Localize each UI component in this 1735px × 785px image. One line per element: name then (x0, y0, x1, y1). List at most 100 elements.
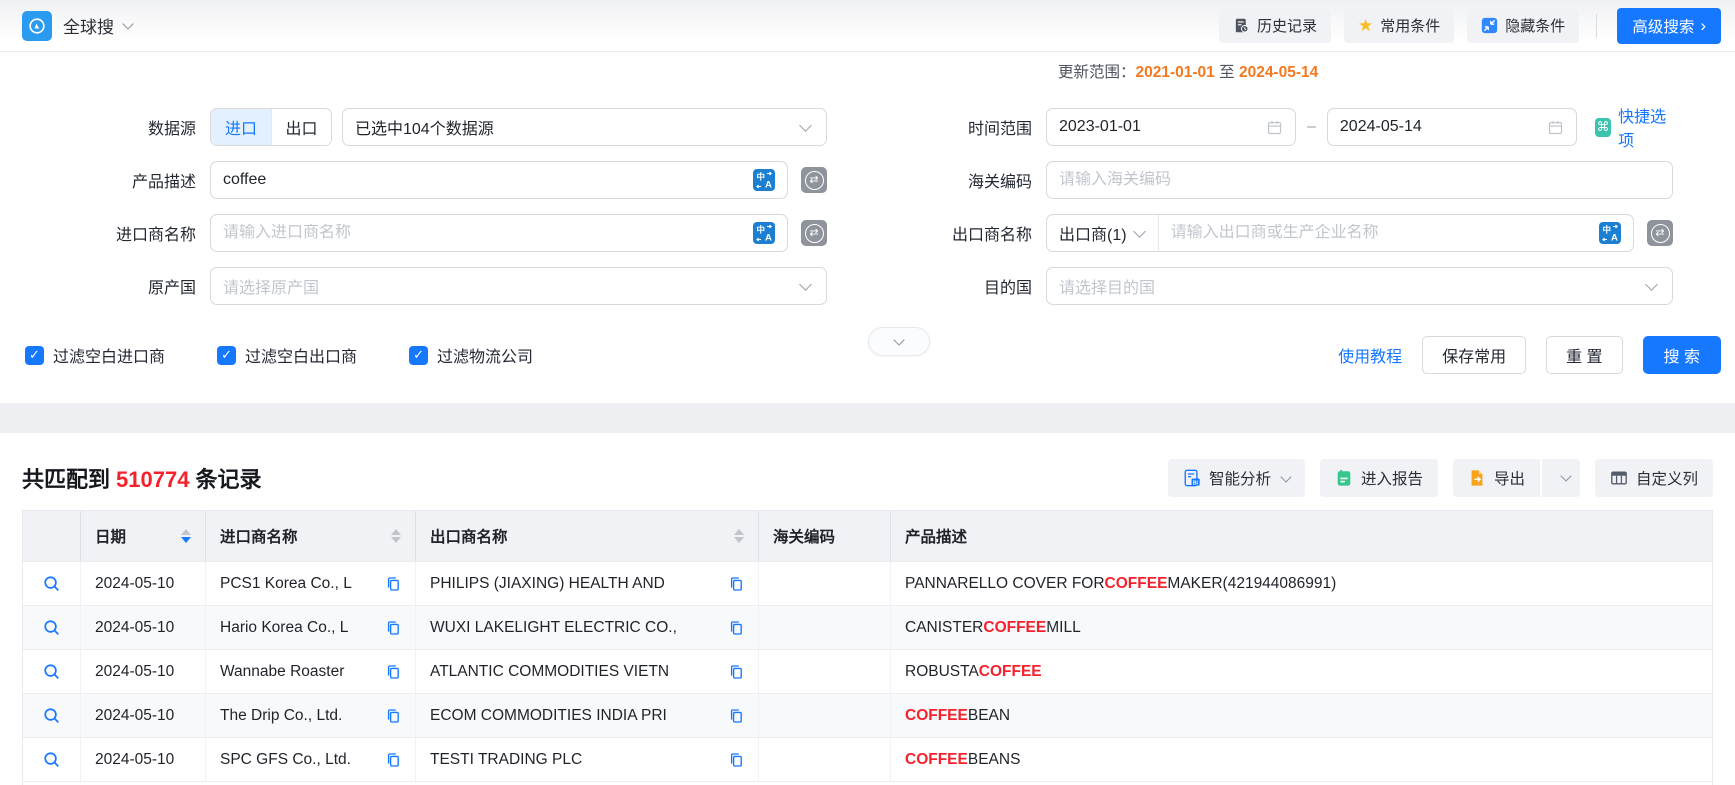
collapse-form-button[interactable] (868, 327, 930, 356)
section-divider-band (0, 403, 1735, 433)
exchange-icon[interactable]: ⇄ (801, 220, 827, 246)
header-date[interactable]: 日期 (81, 511, 206, 561)
exchange-icon[interactable]: ⇄ (1647, 220, 1673, 246)
view-detail-icon[interactable] (42, 574, 61, 593)
cell-hs-code (759, 650, 891, 693)
sort-icons[interactable] (726, 529, 744, 543)
app-title: 全球搜 (63, 13, 114, 38)
cell-exporter[interactable]: ECOM COMMODITIES INDIA PRI (430, 707, 722, 725)
copy-icon[interactable] (728, 620, 744, 636)
copy-icon[interactable] (728, 752, 744, 768)
custom-columns-button[interactable]: 自定义列 (1595, 459, 1713, 497)
product-desc-input[interactable] (223, 171, 745, 189)
start-date-field[interactable] (1046, 108, 1296, 146)
results-section: 共匹配到510774条记录 BI 智能分析 进入报告 (0, 459, 1735, 785)
search-form: 更新范围：2021-01-01 至 2024-05-14 数据源 进口 出口 已… (0, 52, 1735, 375)
cell-exporter[interactable]: PHILIPS (JIAXING) HEALTH AND (430, 575, 722, 593)
exchange-icon[interactable]: ⇄ (801, 167, 827, 193)
import-export-toggle: 进口 出口 (210, 108, 332, 146)
cell-date: 2024-05-10 (81, 606, 206, 649)
sort-icons[interactable] (173, 529, 191, 543)
view-detail-icon[interactable] (42, 706, 61, 725)
search-button[interactable]: 搜 索 (1643, 336, 1721, 374)
cell-importer[interactable]: Hario Korea Co., L (220, 619, 379, 637)
cell-product-desc: PANNARELLO COVER FOR COFFEE MAKER(421944… (891, 562, 1712, 605)
app-logo-icon (22, 11, 52, 41)
calendar-icon (1547, 119, 1564, 136)
cell-importer[interactable]: SPC GFS Co., Ltd. (220, 751, 379, 769)
importer-input[interactable] (223, 224, 745, 242)
history-button[interactable]: 历史记录 (1219, 9, 1331, 43)
exporter-type-select[interactable]: 出口商(1) (1059, 215, 1159, 251)
end-date-field[interactable] (1327, 108, 1577, 146)
translate-icon[interactable]: 中A (1599, 222, 1621, 244)
chevron-right-icon: › (1700, 17, 1706, 34)
copy-icon[interactable] (385, 620, 401, 636)
cell-importer[interactable]: Wannabe Roaster (220, 663, 379, 681)
time-range-label: 时间范围 (827, 115, 1032, 139)
sort-icons[interactable] (383, 529, 401, 543)
export-button[interactable]: 导出 (1453, 459, 1540, 497)
svg-text:A: A (1611, 233, 1618, 244)
date-range-dash: – (1307, 118, 1316, 136)
table-row: 2024-05-10 Hario Korea Co., L WUXI LAKEL… (23, 605, 1712, 649)
filter-blank-importer-checkbox[interactable]: ✓ 过滤空白进口商 (25, 343, 165, 367)
chevron-down-icon[interactable] (122, 18, 133, 29)
header-exporter[interactable]: 出口商名称 (416, 511, 759, 561)
view-detail-icon[interactable] (42, 662, 61, 681)
copy-icon[interactable] (385, 664, 401, 680)
translate-icon[interactable]: 中A (753, 169, 775, 191)
translate-icon[interactable]: 中A (753, 222, 775, 244)
hs-code-field[interactable] (1046, 161, 1673, 199)
cell-date: 2024-05-10 (81, 738, 206, 781)
quick-options-link[interactable]: ⌘ 快捷选项 (1595, 103, 1673, 151)
copy-icon[interactable] (728, 708, 744, 724)
chevron-down-icon (1133, 225, 1146, 238)
export-icon (1468, 469, 1486, 487)
view-detail-icon[interactable] (42, 618, 61, 637)
cell-importer[interactable]: PCS1 Korea Co., L (220, 575, 379, 593)
collapse-icon (1481, 17, 1498, 34)
cell-exporter[interactable]: ATLANTIC COMMODITIES VIETN (430, 663, 722, 681)
chevron-down-icon (893, 334, 904, 345)
svg-text:中: 中 (1603, 225, 1612, 235)
destination-country-label: 目的国 (827, 274, 1032, 298)
hide-conditions-button[interactable]: 隐藏条件 (1467, 9, 1579, 43)
exporter-input[interactable] (1171, 224, 1591, 242)
copy-icon[interactable] (385, 576, 401, 592)
cell-exporter[interactable]: TESTI TRADING PLC (430, 751, 722, 769)
copy-icon[interactable] (385, 708, 401, 724)
copy-icon[interactable] (728, 664, 744, 680)
product-desc-field[interactable]: 中A (210, 161, 788, 199)
importer-field[interactable]: 中A (210, 214, 788, 252)
cell-exporter[interactable]: WUXI LAKELIGHT ELECTRIC CO., (430, 619, 722, 637)
reset-button[interactable]: 重 置 (1546, 336, 1622, 374)
header-importer[interactable]: 进口商名称 (206, 511, 416, 561)
data-source-select[interactable]: 已选中104个数据源 (342, 108, 827, 146)
save-conditions-button[interactable]: 保存常用 (1422, 336, 1526, 374)
favorites-button[interactable]: ★ 常用条件 (1344, 9, 1454, 43)
cell-product-desc: COFFEE BEAN (891, 694, 1712, 737)
toggle-import[interactable]: 进口 (211, 109, 271, 145)
origin-country-select[interactable]: 请选择原产国 (210, 267, 827, 305)
export-dropdown-button[interactable] (1540, 459, 1580, 497)
view-detail-icon[interactable] (42, 750, 61, 769)
filter-blank-exporter-checkbox[interactable]: ✓ 过滤空白出口商 (217, 343, 357, 367)
checkbox-checked-icon: ✓ (217, 346, 236, 365)
cell-importer[interactable]: The Drip Co., Ltd. (220, 707, 379, 725)
enter-report-button[interactable]: 进入报告 (1320, 459, 1438, 497)
end-date-input[interactable] (1340, 118, 1547, 136)
start-date-input[interactable] (1059, 118, 1266, 136)
toggle-export[interactable]: 出口 (271, 109, 331, 145)
filter-logistics-checkbox[interactable]: ✓ 过滤物流公司 (409, 343, 533, 367)
destination-country-select[interactable]: 请选择目的国 (1046, 267, 1673, 305)
chevron-down-icon (799, 119, 812, 132)
copy-icon[interactable] (728, 576, 744, 592)
cell-product-desc: COFFEE BEANS (891, 738, 1712, 781)
smart-analysis-button[interactable]: BI 智能分析 (1168, 459, 1305, 497)
advanced-search-button[interactable]: 高级搜索 › (1617, 8, 1721, 44)
copy-icon[interactable] (385, 752, 401, 768)
tutorial-link[interactable]: 使用教程 (1338, 343, 1402, 367)
hs-code-input[interactable] (1059, 171, 1660, 189)
header-view (23, 511, 81, 561)
